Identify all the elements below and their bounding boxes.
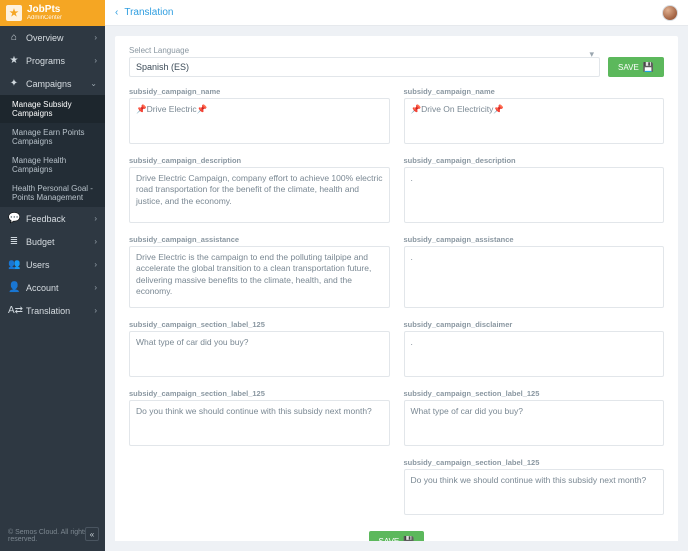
save-button-bottom[interactable]: SAVE 💾 (369, 531, 425, 541)
src-q2-input[interactable]: Do you think we should continue with thi… (129, 400, 390, 446)
nav-account[interactable]: 👤 Account › (0, 276, 105, 299)
language-label: Select Language (129, 46, 600, 55)
save-label: SAVE (379, 537, 400, 542)
nav-users[interactable]: 👥 Users › (0, 253, 105, 276)
nav-label: Feedback (26, 214, 88, 224)
subnav-manage-earn[interactable]: Manage Earn Points Campaigns (0, 123, 105, 151)
subnav-manage-health[interactable]: Manage Health Campaigns (0, 151, 105, 179)
nav-label: Translation (26, 306, 88, 316)
field-src-name: subsidy_campaign_name 📌Drive Electric📌 (129, 87, 390, 146)
collapse-sidebar-button[interactable]: « (85, 527, 99, 541)
field-label: subsidy_campaign_assistance (129, 235, 390, 244)
subnav-manage-subsidy[interactable]: Manage Subsidy Campaigns (0, 95, 105, 123)
brand-title: JobPts (27, 5, 62, 15)
field-src-desc: subsidy_campaign_description Drive Elect… (129, 156, 390, 225)
save-label: SAVE (618, 63, 639, 72)
field-src-q2: subsidy_campaign_section_label_125 Do yo… (129, 389, 390, 448)
topbar: ‹ Translation (105, 0, 688, 26)
field-label: subsidy_campaign_section_label_125 (129, 320, 390, 329)
nav-label: Programs (26, 56, 88, 66)
chevron-right-icon: › (94, 283, 97, 292)
budget-icon: ≣ (8, 236, 20, 247)
chat-icon: 💬 (8, 213, 20, 224)
tgt-assist-input[interactable]: . (404, 246, 665, 308)
nav-programs[interactable]: ★ Programs › (0, 49, 105, 72)
save-icon: 💾 (643, 62, 654, 73)
gift-icon: ✦ (8, 78, 20, 89)
field-label: subsidy_campaign_assistance (404, 235, 665, 244)
chevron-right-icon: › (94, 306, 97, 315)
chevron-right-icon: › (94, 56, 97, 65)
field-label: subsidy_campaign_description (404, 156, 665, 165)
src-q1-input[interactable]: What type of car did you buy? (129, 331, 390, 377)
language-select[interactable]: Spanish (ES) (129, 57, 600, 77)
nav-label: Budget (26, 237, 88, 247)
field-label: subsidy_campaign_description (129, 156, 390, 165)
nav-translation[interactable]: A⇄ Translation › (0, 299, 105, 322)
field-tgt-desc: subsidy_campaign_description . (404, 156, 665, 225)
chevron-down-icon: ⌄ (90, 79, 97, 88)
account-icon: 👤 (8, 282, 20, 293)
field-tgt-q1: subsidy_campaign_section_label_125 What … (404, 389, 665, 448)
back-button[interactable]: ‹ (115, 7, 118, 18)
src-desc-input[interactable]: Drive Electric Campaign, company effort … (129, 167, 390, 223)
tgt-name-input[interactable]: 📌Drive On Electricity📌 (404, 98, 665, 144)
field-tgt-q2: subsidy_campaign_section_label_125 Do yo… (404, 458, 665, 517)
brand: ★ JobPts AdminCenter (0, 0, 105, 26)
brand-logo: ★ (6, 5, 22, 21)
chevron-right-icon: › (94, 214, 97, 223)
save-button-top[interactable]: SAVE 💾 (608, 57, 664, 77)
language-select-wrap: Select Language Spanish (ES) (129, 46, 600, 77)
sidebar: ★ JobPts AdminCenter ⌂ Overview › ★ Prog… (0, 0, 105, 551)
brand-subtitle: AdminCenter (27, 15, 62, 21)
field-label: subsidy_campaign_section_label_125 (404, 458, 665, 467)
nav-label: Account (26, 283, 88, 293)
field-label: subsidy_campaign_section_label_125 (404, 389, 665, 398)
tgt-q1-input[interactable]: What type of car did you buy? (404, 400, 665, 446)
chevron-right-icon: › (94, 33, 97, 42)
main: Select Language Spanish (ES) SAVE 💾 subs… (115, 36, 678, 541)
nav-budget[interactable]: ≣ Budget › (0, 230, 105, 253)
chevron-right-icon: › (94, 237, 97, 246)
src-name-input[interactable]: 📌Drive Electric📌 (129, 98, 390, 144)
nav-overview[interactable]: ⌂ Overview › (0, 26, 105, 49)
field-label: subsidy_campaign_name (129, 87, 390, 96)
src-assist-input[interactable]: Drive Electric is the campaign to end th… (129, 246, 390, 308)
nav-campaigns[interactable]: ✦ Campaigns ⌄ (0, 72, 105, 95)
campaigns-subnav: Manage Subsidy Campaigns Manage Earn Poi… (0, 95, 105, 207)
tgt-desc-input[interactable]: . (404, 167, 665, 223)
nav-feedback[interactable]: 💬 Feedback › (0, 207, 105, 230)
field-label: subsidy_campaign_section_label_125 (129, 389, 390, 398)
field-tgt-assist: subsidy_campaign_assistance . (404, 235, 665, 310)
nav-label: Users (26, 260, 88, 270)
sidebar-footer: © Semos Cloud. All rights reserved. « (0, 521, 105, 551)
chevron-right-icon: › (94, 260, 97, 269)
field-tgt-name: subsidy_campaign_name 📌Drive On Electric… (404, 87, 665, 146)
tgt-q2-input[interactable]: Do you think we should continue with thi… (404, 469, 665, 515)
avatar[interactable] (662, 5, 678, 21)
field-tgt-disc: subsidy_campaign_disclaimer . (404, 320, 665, 379)
fields-grid: subsidy_campaign_name 📌Drive Electric📌 s… (129, 87, 664, 517)
star-icon: ★ (8, 55, 20, 66)
subnav-health-personal[interactable]: Health Personal Goal - Points Management (0, 179, 105, 207)
users-icon: 👥 (8, 259, 20, 270)
page-title: Translation (124, 7, 173, 18)
nav-label: Campaigns (26, 79, 84, 89)
copyright: © Semos Cloud. All rights reserved. (8, 529, 87, 543)
field-src-assist: subsidy_campaign_assistance Drive Electr… (129, 235, 390, 310)
field-label: subsidy_campaign_disclaimer (404, 320, 665, 329)
translation-icon: A⇄ (8, 305, 20, 316)
field-src-q1: subsidy_campaign_section_label_125 What … (129, 320, 390, 379)
nav-label: Overview (26, 33, 88, 43)
save-icon: 💾 (403, 536, 414, 542)
dashboard-icon: ⌂ (8, 32, 20, 43)
field-label: subsidy_campaign_name (404, 87, 665, 96)
tgt-disc-input[interactable]: . (404, 331, 665, 377)
nav: ⌂ Overview › ★ Programs › ✦ Campaigns ⌄ … (0, 26, 105, 521)
panel: Select Language Spanish (ES) SAVE 💾 subs… (115, 36, 678, 541)
